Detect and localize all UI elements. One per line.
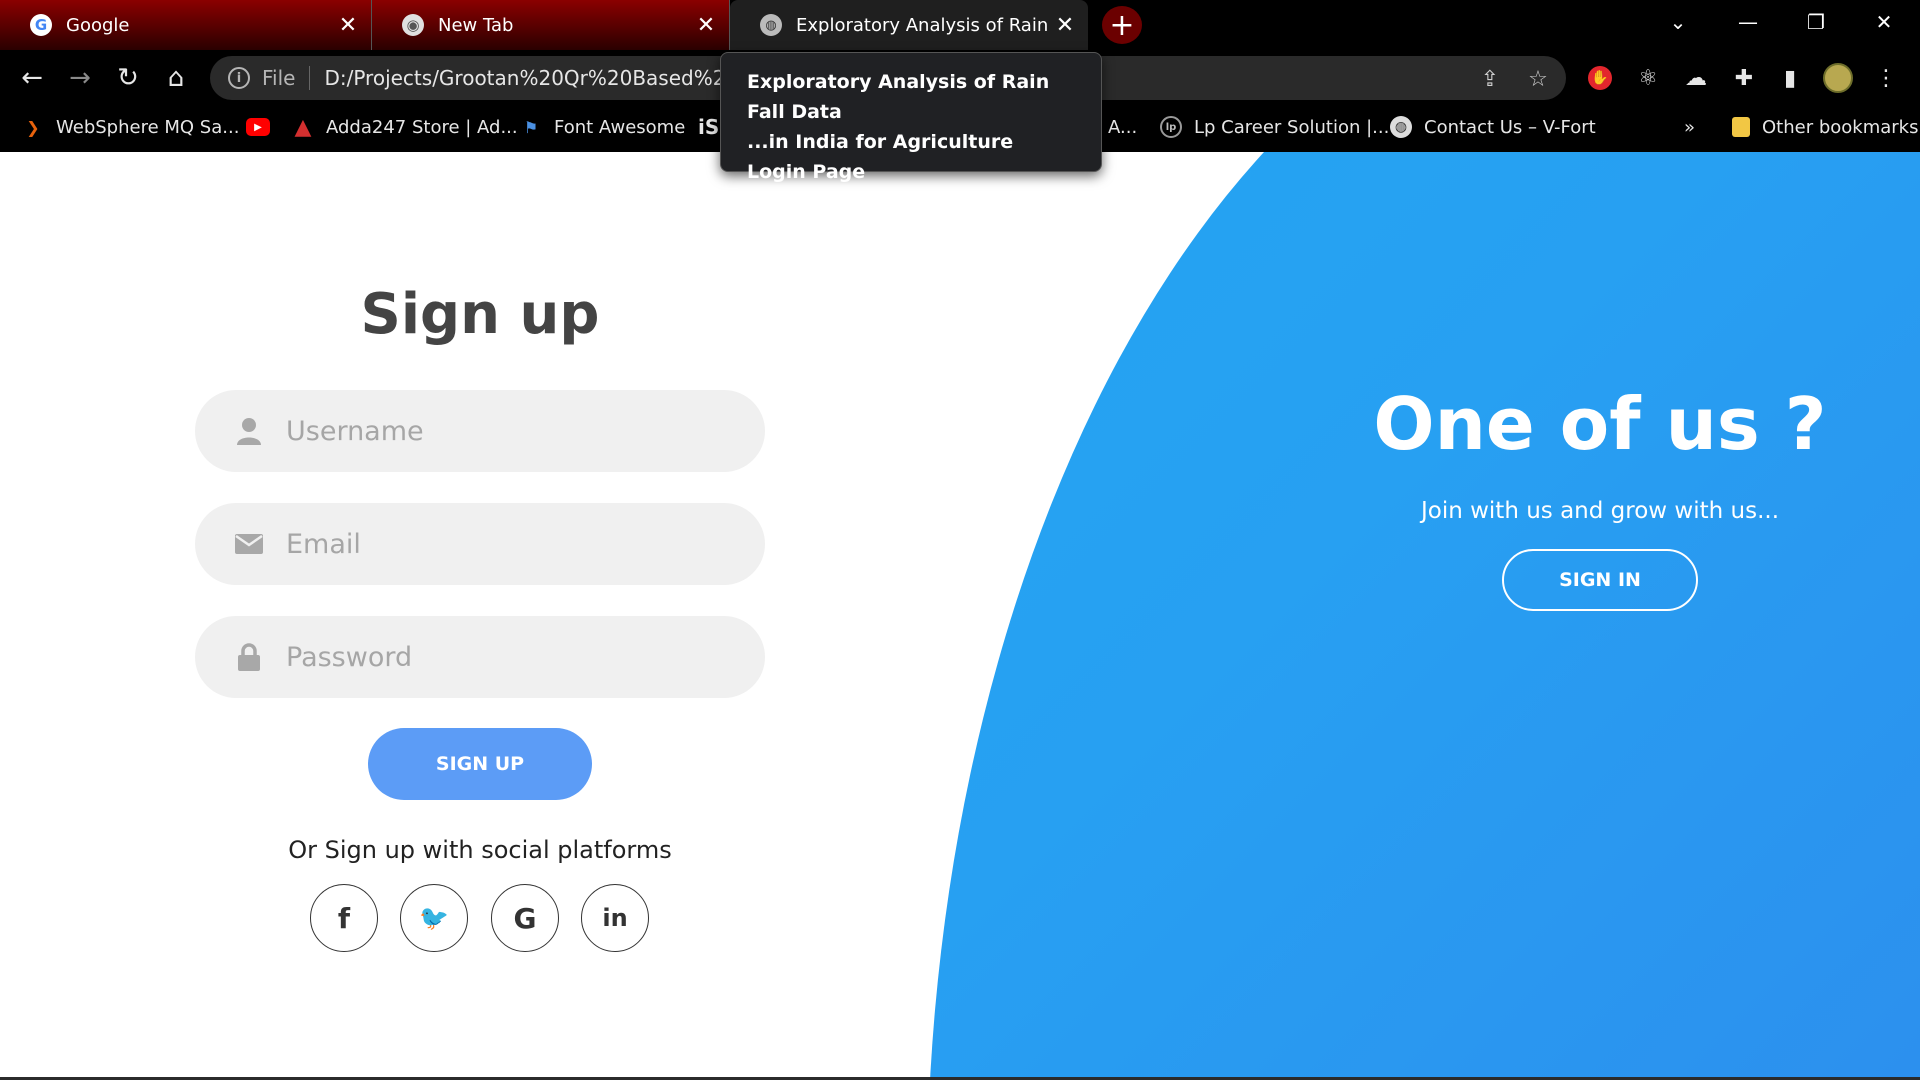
- signup-title: Sign up: [360, 282, 600, 347]
- bookmark-is[interactable]: iS: [698, 112, 719, 142]
- forward-icon[interactable]: →: [62, 62, 98, 94]
- cloud-extension-icon[interactable]: ☁: [1680, 62, 1712, 94]
- other-bookmarks-folder[interactable]: Other bookmarks: [1732, 112, 1918, 142]
- password-field[interactable]: [195, 616, 765, 698]
- share-icon[interactable]: ⇪: [1474, 64, 1506, 94]
- chrome-icon: ◉: [402, 14, 424, 36]
- google-icon: G: [30, 14, 52, 36]
- websphere-icon: ❯: [26, 117, 40, 137]
- url-text[interactable]: D:/Projects/Grootan%20Qr%20Based%20ap: [324, 66, 724, 90]
- tab-search-icon[interactable]: ⌄: [1648, 0, 1708, 44]
- adblock-extension-icon[interactable]: ✋: [1584, 62, 1616, 94]
- close-tab-icon[interactable]: ✕: [333, 13, 363, 38]
- signup-button[interactable]: SIGN UP: [368, 728, 592, 800]
- react-devtools-icon[interactable]: ⚛: [1632, 62, 1664, 94]
- bookmark-label: Contact Us – V-Fort: [1424, 116, 1596, 138]
- other-bookmarks-label: Other bookmarks: [1762, 116, 1919, 138]
- bookmarks-overflow-button[interactable]: »: [1684, 112, 1695, 142]
- adda247-icon: ▲: [294, 114, 312, 140]
- globe-icon: ◍: [760, 14, 782, 36]
- close-window-button[interactable]: ✕: [1854, 0, 1914, 44]
- email-field[interactable]: [195, 503, 765, 585]
- signup-form: Sign up SIGN UP Or Sign up with social p…: [0, 152, 960, 1078]
- bookmark-vfort[interactable]: ◍ Contact Us – V-Fort: [1390, 112, 1596, 142]
- page-content: Sign up SIGN UP Or Sign up with social p…: [0, 152, 1920, 1078]
- bookmark-websphere[interactable]: ❯ WebSphere MQ Sa...: [22, 112, 239, 142]
- email-input[interactable]: [286, 528, 726, 560]
- signin-panel: One of us ? Join with us and grow with u…: [1300, 152, 1900, 1078]
- tooltip-title-line1: Exploratory Analysis of Rain Fall Data: [747, 71, 1050, 123]
- linkedin-button[interactable]: in: [581, 884, 649, 952]
- tab-title: Exploratory Analysis of Rain Fall Data: [796, 14, 1050, 36]
- tab-exploratory-analysis[interactable]: ◍ Exploratory Analysis of Rain Fall Data…: [730, 0, 1088, 50]
- tab-google[interactable]: G Google ✕: [0, 0, 372, 50]
- side-panel-icon[interactable]: ▮: [1774, 62, 1806, 94]
- twitter-button[interactable]: 🐦: [400, 884, 468, 952]
- google-icon: G: [513, 901, 537, 935]
- social-signup-text: Or Sign up with social platforms: [288, 836, 672, 864]
- user-icon: [232, 414, 266, 448]
- signin-button[interactable]: SIGN IN: [1502, 549, 1698, 611]
- extensions-puzzle-icon[interactable]: ✚: [1728, 62, 1760, 94]
- username-input[interactable]: [286, 415, 726, 447]
- back-icon[interactable]: ←: [14, 62, 50, 94]
- password-input[interactable]: [286, 641, 726, 673]
- username-field[interactable]: [195, 390, 765, 472]
- panel-subtitle: Join with us and grow with us...: [1420, 498, 1780, 524]
- scheme-label: File: [262, 66, 296, 90]
- bookmark-a[interactable]: A...: [1108, 112, 1137, 142]
- tab-hover-tooltip: Exploratory Analysis of Rain Fall Data .…: [720, 52, 1102, 213]
- lp-career-icon: lp: [1160, 116, 1182, 138]
- tooltip-title-line2: ...in India for Agriculture Login Page: [747, 131, 1014, 183]
- reload-icon[interactable]: ↻: [110, 62, 146, 94]
- bookmark-label: Font Awesome: [554, 116, 686, 138]
- bookmark-lp-career[interactable]: lp Lp Career Solution |...: [1160, 112, 1389, 142]
- close-tab-icon[interactable]: ✕: [691, 13, 721, 38]
- tab-new-tab[interactable]: ◉ New Tab ✕: [372, 0, 730, 50]
- menu-kebab-icon[interactable]: ⋮: [1870, 62, 1902, 94]
- facebook-icon: f: [337, 901, 351, 935]
- overflow-chevron-icon: »: [1684, 116, 1696, 138]
- tooltip-source: local or shared file: [747, 191, 923, 213]
- twitter-icon: 🐦: [419, 904, 449, 932]
- bookmark-adda247[interactable]: ▲ Adda247 Store | Ad...: [292, 112, 518, 142]
- bookmark-label: A...: [1108, 116, 1138, 138]
- bookmark-font-awesome[interactable]: ⚑ Font Awesome: [520, 112, 685, 142]
- panel-title: One of us ?: [1373, 382, 1827, 466]
- minimize-button[interactable]: —: [1718, 0, 1778, 44]
- tab-title: Google: [66, 14, 130, 36]
- folder-icon: [1732, 117, 1750, 137]
- restore-button[interactable]: ❐: [1786, 0, 1846, 44]
- bookmark-label: iS: [698, 115, 720, 139]
- bookmark-label: Lp Career Solution |...: [1194, 116, 1390, 138]
- linkedin-icon: in: [602, 904, 628, 932]
- divider: [309, 66, 311, 90]
- envelope-icon: [232, 527, 266, 561]
- tab-strip: G Google ✕ ◉ New Tab ✕ ◍ Exploratory Ana…: [0, 0, 1920, 50]
- profile-avatar[interactable]: [1822, 62, 1854, 94]
- bookmark-label: WebSphere MQ Sa...: [56, 116, 240, 138]
- globe-icon: ◍: [1390, 116, 1412, 138]
- close-tab-icon[interactable]: ✕: [1050, 13, 1080, 38]
- bookmark-star-icon[interactable]: ☆: [1522, 64, 1554, 94]
- lock-icon: [232, 640, 266, 674]
- bookmark-label: Adda247 Store | Ad...: [326, 116, 518, 138]
- new-tab-button[interactable]: +: [1102, 6, 1142, 44]
- home-icon[interactable]: ⌂: [158, 62, 194, 94]
- youtube-icon: ▶: [246, 118, 270, 136]
- font-awesome-flag-icon: ⚑: [523, 117, 539, 137]
- facebook-button[interactable]: f: [310, 884, 378, 952]
- tab-title: New Tab: [438, 14, 514, 36]
- google-button[interactable]: G: [491, 884, 559, 952]
- info-icon[interactable]: i: [228, 67, 250, 89]
- bookmark-youtube[interactable]: ▶: [246, 112, 282, 142]
